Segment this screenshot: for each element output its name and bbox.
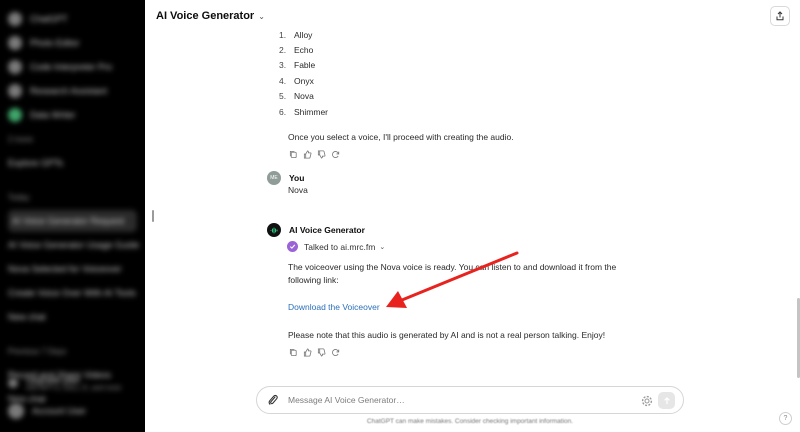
sidebar-explore[interactable]: Explore GPTs — [8, 152, 137, 174]
download-voiceover-link[interactable]: Download the Voiceover — [288, 302, 380, 312]
gpt-icon — [8, 84, 22, 98]
sidebar-chat-item[interactable]: Nova Selected for Voiceover — [8, 258, 137, 280]
sidebar-item-gpt-4[interactable]: Data Writer — [8, 104, 137, 126]
list-item: 2. Echo — [279, 45, 314, 56]
list-item: 3. Fable — [279, 60, 316, 71]
gpt-avatar — [267, 223, 281, 237]
assistant-message-text: following link: — [288, 275, 339, 285]
sparkle-icon — [8, 378, 18, 388]
user-message-text: Nova — [288, 185, 308, 195]
thumbs-up-icon[interactable] — [301, 148, 313, 160]
app-logo-icon — [8, 12, 22, 26]
page-title: AI Voice Generator — [156, 10, 255, 22]
thumbs-down-icon[interactable] — [315, 148, 327, 160]
avatar: ME — [267, 171, 281, 185]
user-message-header: ME You — [267, 171, 304, 185]
message-author: You — [289, 173, 305, 183]
copy-icon[interactable] — [287, 148, 299, 160]
sidebar-chat-item[interactable]: Create Voice Over With AI Tools — [8, 282, 137, 304]
send-button[interactable] — [658, 392, 675, 409]
plugin-status[interactable]: Talked to ai.mrc.fm ⌄ — [287, 241, 385, 252]
settings-gear-icon[interactable] — [641, 394, 653, 407]
assistant-message-text: The voiceover using the Nova voice is re… — [288, 262, 617, 272]
message-author: AI Voice Generator — [289, 225, 365, 235]
list-item: 1. Alloy — [279, 29, 313, 40]
message-actions — [287, 346, 343, 358]
sidebar-item-chatgpt[interactable]: ChatGPT — [8, 8, 137, 30]
app-window: ChatGPT Photo Editor Code Interpreter Pr… — [0, 0, 800, 432]
message-composer — [256, 386, 684, 414]
thumbs-down-icon[interactable] — [315, 346, 327, 358]
share-button[interactable] — [770, 6, 790, 26]
sidebar-more[interactable]: 2 more — [8, 128, 137, 150]
plugin-status-label: Talked to ai.mrc.fm — [304, 241, 376, 252]
gpt-icon — [8, 108, 22, 122]
model-selector[interactable]: AI Voice Generator ⌄ — [156, 10, 265, 22]
copy-icon[interactable] — [287, 346, 299, 358]
arrow-up-icon — [663, 396, 670, 404]
gpt-icon — [8, 60, 22, 74]
sidebar-item-gpt-3[interactable]: Research Assistant — [8, 80, 137, 102]
sidebar-item-gpt-2[interactable]: Code Interpreter Pro — [8, 56, 137, 78]
assistant-message-text: Please note that this audio is generated… — [288, 330, 606, 340]
sidebar-section-today: Today — [8, 192, 30, 202]
paperclip-icon[interactable] — [266, 393, 280, 407]
voice-options-list: 1. Alloy 2. Echo 3. Fable 4. Onyx 5. Nova 6. S… — [279, 27, 479, 119]
sidebar-chat-item[interactable]: AI Voice Generator Request — [8, 210, 137, 232]
assistant-message-header: AI Voice Generator — [267, 223, 365, 237]
check-circle-icon — [287, 241, 298, 252]
user-account-button[interactable]: Account User — [8, 400, 136, 422]
disclaimer-text: ChatGPT can make mistakes. Consider chec… — [366, 418, 574, 425]
assistant-message-text: Once you select a voice, I'll proceed wi… — [288, 132, 514, 142]
sidebar-chat-item[interactable]: AI Voice Generator Usage Guide — [8, 234, 139, 256]
upgrade-plan-button[interactable]: Upgrade plan Get GPT-4, DALL·E, and more — [8, 370, 136, 396]
message-actions — [287, 148, 343, 160]
sidebar: ChatGPT Photo Editor Code Interpreter Pr… — [0, 0, 145, 432]
sidebar-resize-handle[interactable] — [152, 210, 154, 222]
chevron-down-icon: ⌄ — [258, 11, 265, 21]
sidebar-chat-item[interactable]: New chat — [8, 306, 137, 328]
help-button[interactable]: ? — [779, 412, 792, 425]
regenerate-icon[interactable] — [329, 148, 341, 160]
regenerate-icon[interactable] — [329, 346, 341, 358]
list-item: 4. Onyx — [279, 75, 314, 86]
share-icon — [776, 11, 784, 21]
message-input[interactable] — [288, 392, 628, 408]
sidebar-section-previous: Previous 7 Days — [8, 346, 67, 356]
thumbs-up-icon[interactable] — [301, 346, 313, 358]
sidebar-item-gpt-1[interactable]: Photo Editor — [8, 32, 137, 54]
waveform-icon — [270, 227, 277, 233]
avatar — [8, 403, 24, 419]
list-item: 6. Shimmer — [279, 106, 329, 117]
gpt-icon — [8, 36, 22, 50]
list-item: 5. Nova — [279, 91, 314, 102]
chevron-down-icon: ⌄ — [379, 243, 386, 251]
